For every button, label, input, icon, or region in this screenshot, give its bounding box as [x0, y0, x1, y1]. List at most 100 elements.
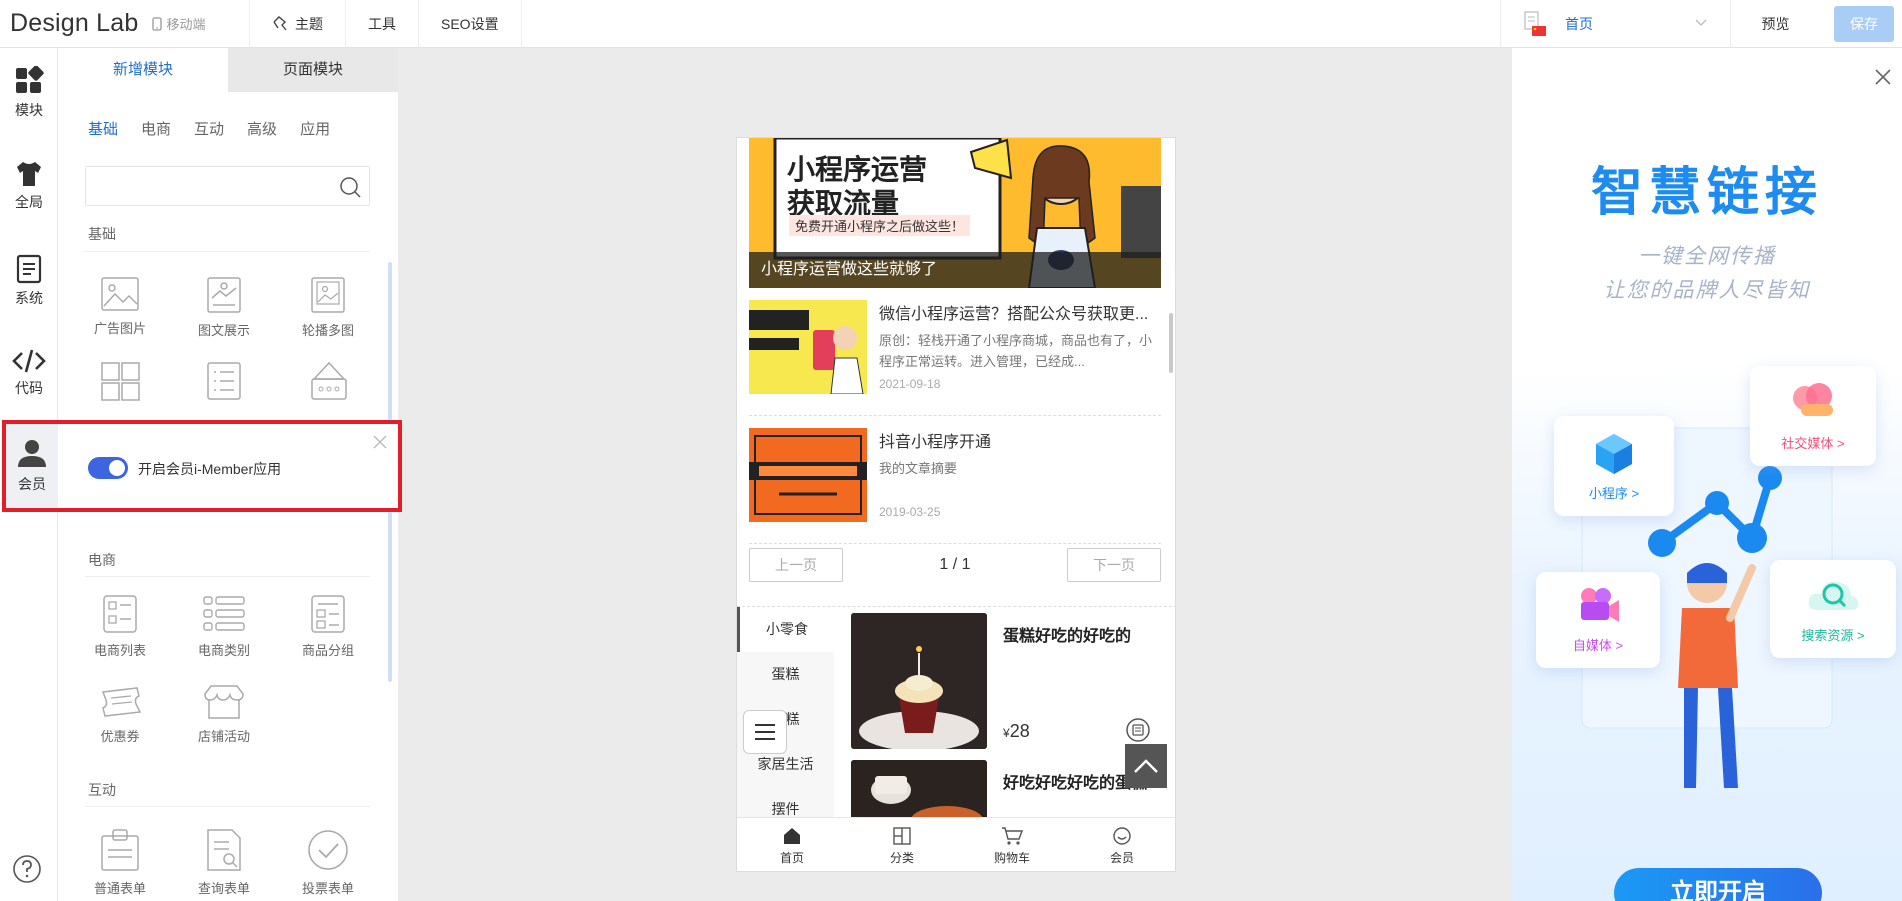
tab-page-module[interactable]: 页面模块	[228, 48, 398, 92]
ecom-list-icon	[103, 595, 137, 633]
article-item[interactable]: 微信小程序运营？搭配公众号获取更... 原创：轻栈开通了小程序商城，商品也有了，…	[749, 288, 1161, 416]
member-icon	[1113, 827, 1131, 845]
tile-label: 广告图片	[93, 321, 146, 336]
promo-card-selfmedia[interactable]: 自媒体 >	[1536, 572, 1660, 668]
goods-price: ¥28	[1003, 721, 1030, 742]
coupon-icon	[101, 687, 142, 717]
tile-image-text[interactable]: 图文展示	[174, 276, 274, 340]
goods-category[interactable]: 蛋糕	[737, 652, 834, 697]
tools-menu[interactable]: 工具	[346, 0, 419, 48]
currency-symbol: ¥	[1003, 726, 1010, 740]
close-icon[interactable]	[372, 434, 388, 450]
mobile-mode-toggle[interactable]: 移动端	[152, 14, 206, 33]
tile-ad-image[interactable]: 广告图片	[70, 276, 170, 338]
price-value: 28	[1009, 721, 1030, 741]
top-bar: Design Lab 移动端 主题 工具 SEO设置 首页 预览 保存	[0, 0, 1902, 48]
tile-ecom-category[interactable]: 电商类别	[174, 594, 274, 660]
banner-caption: 小程序运营做这些就够了	[749, 252, 1161, 288]
promo-card-search[interactable]: 搜索资源 >	[1770, 560, 1896, 658]
help-icon	[13, 855, 41, 883]
category-interact[interactable]: 互动	[194, 118, 224, 139]
grid-icon	[16, 66, 44, 93]
tabbar-item-cart[interactable]: 购物车	[957, 818, 1067, 871]
page-select[interactable]: 首页	[1500, 0, 1730, 48]
add-to-cart-icon[interactable]	[1125, 717, 1151, 743]
back-to-top-button[interactable]	[1125, 744, 1167, 788]
rail-item-code[interactable]: 代码	[0, 348, 58, 420]
save-button[interactable]: 保存	[1834, 6, 1894, 42]
banner-sub: 免费开通小程序之后做这些！	[789, 215, 971, 236]
check-circle-icon	[308, 830, 348, 870]
tabbar-item-category[interactable]: 分类	[847, 818, 957, 871]
promo-cta-button[interactable]: 立即开启	[1614, 868, 1822, 901]
help-button[interactable]	[12, 854, 42, 889]
form-icon	[101, 829, 139, 871]
theme-brush-icon	[273, 15, 287, 30]
tabbar-item-member[interactable]: 会员	[1067, 818, 1175, 871]
tabbar-label: 分类	[889, 851, 914, 865]
article-date: 2021-09-18	[879, 377, 941, 391]
preview-button[interactable]: 预览	[1730, 0, 1820, 48]
banner-image[interactable]: 小程序运营 获取流量 免费开通小程序之后做这些！ 小程序运营做这些就够了	[749, 138, 1161, 288]
tile-coupon[interactable]: 优惠券	[70, 684, 170, 746]
tile-carousel[interactable]: 轮播多图	[278, 276, 378, 340]
theme-menu[interactable]: 主题	[250, 0, 346, 48]
floating-menu-button[interactable]	[743, 710, 787, 754]
category-advanced[interactable]: 高级	[247, 118, 277, 139]
phone-tabbar: 首页 分类 购物车 会员	[737, 817, 1175, 871]
hamburger-icon	[755, 724, 775, 740]
category-icon	[893, 827, 911, 845]
tab-add-module[interactable]: 新增模块	[58, 48, 228, 92]
tile-ecom-list[interactable]: 电商列表	[70, 594, 170, 660]
tile-normal-form[interactable]: 普通表单	[70, 828, 170, 898]
seo-settings-menu[interactable]: SEO设置	[419, 0, 522, 48]
tile-label: 轮播多图	[301, 323, 354, 338]
tabbar-item-home[interactable]: 首页	[737, 818, 847, 871]
store-activity-icon	[204, 685, 244, 719]
rail-item-system[interactable]: 系统	[0, 254, 58, 326]
tile-label: 商品分组	[301, 643, 354, 658]
tools-label: 工具	[368, 15, 396, 32]
module-search-input[interactable]	[86, 167, 326, 205]
home-icon	[784, 828, 800, 844]
multi-image-icon	[101, 362, 140, 401]
section-title-ecommerce: 电商	[88, 552, 116, 568]
rail-item-global[interactable]: 全局	[0, 160, 58, 232]
shirt-icon	[17, 162, 41, 186]
promo-subtitle-2: 让您的品牌人尽皆知	[1603, 279, 1811, 302]
category-ecommerce[interactable]: 电商	[141, 118, 171, 139]
phone-scrollbar[interactable]	[1169, 313, 1173, 373]
goods-item[interactable]: 蛋糕好吃的好吃的 ¥28	[851, 613, 1161, 749]
promo-card-social[interactable]: 社交媒体 >	[1750, 366, 1876, 466]
top-right-actions: 首页 预览 保存	[1500, 0, 1902, 48]
article-title: 微信小程序运营？搭配公众号获取更...	[879, 306, 1149, 323]
rail-label-modules: 模块	[15, 102, 43, 118]
category-apps[interactable]: 应用	[300, 118, 330, 139]
section-divider	[85, 806, 370, 807]
tile-query-form[interactable]: 查询表单	[174, 828, 274, 898]
tabbar-label: 会员	[1109, 851, 1134, 865]
search-icon[interactable]	[339, 176, 361, 198]
seo-label: SEO设置	[441, 15, 499, 32]
promo-title: 智慧链接	[1590, 164, 1823, 222]
image-text-icon	[207, 277, 241, 313]
promo-card-miniprogram[interactable]: 小程序 >	[1554, 416, 1674, 516]
close-icon[interactable]	[1874, 68, 1892, 86]
goods-category[interactable]: 小零食	[737, 607, 834, 652]
article-item[interactable]: 抖音小程序开通 我的文章摘要 2019-03-25	[749, 416, 1161, 544]
top-nav: 主题 工具 SEO设置	[250, 0, 522, 48]
promo-subtitle-1: 一键全网传播	[1638, 245, 1776, 268]
product-group-icon	[311, 595, 345, 633]
article-thumbnail	[749, 428, 867, 522]
rail-item-modules[interactable]: 模块	[0, 66, 58, 138]
section-divider	[85, 251, 370, 252]
member-app-toggle[interactable]	[88, 457, 128, 479]
code-icon	[12, 349, 46, 373]
tile-store-activity[interactable]: 店铺活动	[174, 684, 274, 746]
tile-vote-form[interactable]: 投票表单	[278, 828, 378, 898]
category-basic[interactable]: 基础	[88, 118, 118, 139]
rail-item-member[interactable]: 会员	[6, 424, 58, 508]
section-title-basic: 基础	[88, 226, 116, 242]
tile-product-group[interactable]: 商品分组	[278, 594, 378, 660]
next-page-button[interactable]: 下一页	[1067, 548, 1161, 582]
